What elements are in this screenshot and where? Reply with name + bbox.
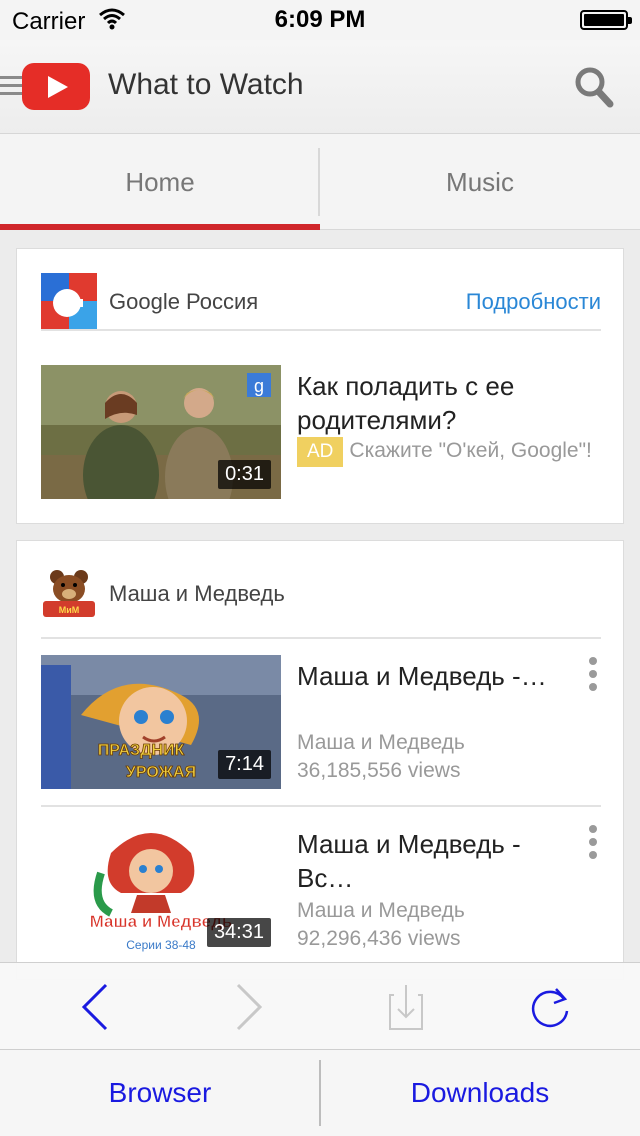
video-thumbnail[interactable]: Маша и Медведь Серии 38-48 34:31 bbox=[41, 823, 281, 957]
page-title: What to Watch bbox=[108, 68, 304, 101]
tab-bar: Home Music bbox=[0, 134, 640, 230]
battery-icon bbox=[580, 10, 632, 30]
channel-header: Google Россия Подробности bbox=[41, 273, 601, 331]
video-thumbnail[interactable]: ПРАЗДНИК УРОЖАЯ 7:14 bbox=[41, 655, 281, 789]
google-plus-logo-icon[interactable] bbox=[41, 273, 97, 329]
svg-text:МиМ: МиМ bbox=[59, 605, 80, 615]
channel-card: МиМ Маша и Медведь ПРАЗДНИК УРОЖАЯ 7:14 … bbox=[16, 540, 624, 980]
browser-toolbar bbox=[0, 962, 640, 1050]
video-channel: Маша и Медведь bbox=[297, 899, 465, 922]
channel-header: МиМ Маша и Медведь bbox=[41, 563, 601, 639]
refresh-icon[interactable] bbox=[520, 977, 580, 1037]
app-bar: What to Watch bbox=[0, 40, 640, 134]
browser-button[interactable]: Browser bbox=[0, 1050, 320, 1136]
video-thumbnail[interactable]: g 0:31 bbox=[41, 365, 281, 499]
more-options-icon[interactable] bbox=[585, 825, 601, 865]
video-item[interactable]: Маша и Медведь Серии 38-48 34:31 Маша и … bbox=[41, 823, 601, 963]
ad-description: Скажите "О'кей, Google"! bbox=[349, 439, 592, 462]
video-description: AD Скажите "О'кей, Google"! bbox=[297, 437, 597, 467]
video-duration: 0:31 bbox=[218, 460, 271, 489]
more-options-icon[interactable] bbox=[585, 657, 601, 697]
details-link[interactable]: Подробности bbox=[466, 289, 601, 315]
status-bar: Carrier 6:09 PM bbox=[0, 0, 640, 40]
video-title[interactable]: Как поладить с ее родителями? bbox=[297, 369, 567, 437]
video-views: 36,185,556 views bbox=[297, 759, 461, 782]
status-time: 6:09 PM bbox=[274, 6, 366, 33]
back-icon[interactable] bbox=[66, 977, 126, 1037]
video-duration: 7:14 bbox=[218, 750, 271, 779]
downloads-button[interactable]: Downloads bbox=[320, 1050, 640, 1136]
video-item[interactable]: ПРАЗДНИК УРОЖАЯ 7:14 Маша и Медведь -… М… bbox=[41, 655, 601, 795]
menu-icon[interactable] bbox=[0, 76, 22, 100]
row-divider bbox=[41, 805, 601, 807]
download-icon[interactable] bbox=[376, 977, 436, 1037]
video-channel: Маша и Медведь bbox=[297, 731, 465, 754]
ad-badge: AD bbox=[297, 437, 344, 467]
thumbnail-caption: Серии 38-48 bbox=[126, 938, 196, 952]
tab-music[interactable]: Music bbox=[320, 134, 640, 230]
search-icon[interactable] bbox=[574, 66, 614, 108]
bottom-tab-bar: Browser Downloads bbox=[0, 1050, 640, 1136]
svg-text:g: g bbox=[254, 376, 264, 396]
tab-home[interactable]: Home bbox=[0, 134, 320, 230]
video-duration: 34:31 bbox=[206, 918, 271, 947]
video-views: 92,296,436 views bbox=[297, 927, 461, 950]
youtube-logo-icon[interactable] bbox=[22, 63, 90, 110]
video-item[interactable]: g 0:31 Как поладить с ее родителями? AD С… bbox=[41, 365, 601, 505]
video-title[interactable]: Маша и Медведь -… bbox=[297, 659, 567, 693]
masha-bear-logo-icon[interactable]: МиМ bbox=[41, 567, 97, 619]
thumbnail-caption: ПРАЗДНИК bbox=[98, 742, 185, 759]
channel-name[interactable]: Маша и Медведь bbox=[109, 581, 285, 607]
forward-icon[interactable] bbox=[218, 977, 278, 1037]
channel-name[interactable]: Google Россия bbox=[109, 289, 258, 315]
video-title[interactable]: Маша и Медведь - Вс… bbox=[297, 827, 567, 895]
thumbnail-caption: УРОЖАЯ bbox=[126, 764, 196, 781]
ad-card: Google Россия Подробности g 0:31 Как пол… bbox=[16, 248, 624, 524]
